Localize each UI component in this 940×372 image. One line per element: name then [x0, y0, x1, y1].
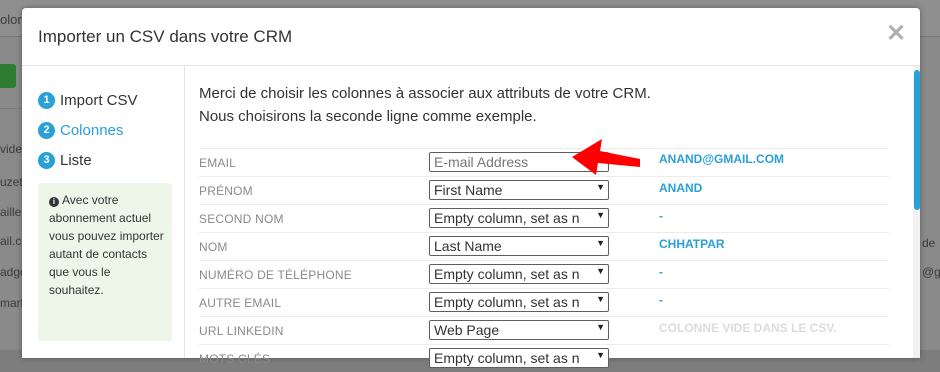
column-select[interactable]: Empty column, set as n ▼	[429, 348, 609, 368]
import-csv-modal: Importer un CSV dans votre CRM ✕ 1 Impor…	[22, 8, 920, 368]
scrollbar[interactable]	[913, 66, 920, 358]
mapping-row-telephone: NUMÉRO DE TÉLÉPHONE Empty column, set as…	[199, 260, 889, 288]
step-colonnes[interactable]: 2 Colonnes	[38, 120, 123, 140]
select-value: Web Page	[434, 322, 500, 338]
mapping-row-url-linkedin: URL LINKEDIN Web Page ▼ COLONNE VIDE DAN…	[199, 316, 889, 344]
chevron-down-icon: ▼	[596, 350, 605, 360]
select-value: First Name	[434, 182, 503, 198]
select-value: Last Name	[434, 238, 502, 254]
instructions: Merci de choisir les colonnes à associer…	[199, 82, 651, 128]
step-liste[interactable]: 3 Liste	[38, 150, 92, 170]
example-value: ANAND@GMAIL.COM	[659, 152, 785, 166]
instructions-line-2: Nous choisirons la seconde ligne comme e…	[199, 108, 537, 125]
mapping-row-nom: NOM Last Name ▼ CHHATPAR	[199, 232, 889, 260]
info-icon: i	[49, 197, 59, 207]
background-cell: aille@	[0, 205, 22, 219]
column-mapping-panel: Merci de choisir les colonnes à associer…	[184, 66, 909, 368]
select-value: Empty column, set as n	[434, 266, 580, 282]
field-label: NOM	[199, 240, 228, 254]
example-value: -	[659, 209, 663, 223]
column-select[interactable]: First Name ▼	[429, 180, 609, 200]
step-number: 3	[38, 151, 55, 169]
mapping-row-prenom: PRÉNOM First Name ▼ ANAND	[199, 176, 889, 204]
background-cell: vider	[0, 142, 22, 156]
modal-title: Importer un CSV dans votre CRM	[38, 27, 293, 46]
field-label: AUTRE EMAIL	[199, 296, 282, 310]
scrollbar-thumb[interactable]	[914, 70, 920, 210]
close-icon[interactable]: ✕	[886, 22, 906, 46]
info-box: i Avec votre abonnement actuel vous pouve…	[38, 183, 172, 341]
steps-sidebar: 1 Import CSV 2 Colonnes 3 Liste i Avec vo…	[22, 66, 185, 358]
background-cell: ail.co	[0, 234, 22, 248]
select-value: Empty column, set as n	[434, 210, 580, 226]
example-value: -	[659, 265, 663, 279]
background-cell: mark	[0, 296, 22, 310]
chevron-down-icon: ▼	[596, 210, 605, 220]
mapping-row-mots-cles: MOTS CLÉS Empty column, set as n ▼	[199, 344, 889, 372]
column-select[interactable]: Last Name ▼	[429, 236, 609, 256]
mapping-row-autre-email: AUTRE EMAIL Empty column, set as n ▼ -	[199, 288, 889, 316]
modal-header: Importer un CSV dans votre CRM ✕	[22, 8, 920, 66]
background-divider	[0, 108, 22, 109]
field-label: EMAIL	[199, 156, 237, 170]
info-box-text: i Avec votre abonnement actuel vous pouve…	[49, 191, 167, 299]
mapping-row-email: EMAIL E-mail Address ANAND@GMAIL.COM	[199, 148, 889, 176]
field-label: MOTS CLÉS	[199, 352, 271, 366]
step-import-csv[interactable]: 1 Import CSV	[38, 90, 138, 110]
column-select[interactable]: Empty column, set as n ▼	[429, 208, 609, 228]
instructions-line-1: Merci de choisir les colonnes à associer…	[199, 85, 651, 102]
chevron-down-icon: ▼	[596, 182, 605, 192]
background-cell: uzet	[0, 175, 22, 189]
step-label: Import CSV	[60, 91, 138, 109]
background-cell: adge	[0, 265, 22, 279]
red-arrow-annotation	[572, 139, 640, 175]
chevron-down-icon: ▼	[596, 266, 605, 276]
field-label: URL LINKEDIN	[199, 324, 284, 338]
mapping-row-second-nom: SECOND NOM Empty column, set as n ▼ -	[199, 204, 889, 232]
step-number: 1	[38, 91, 55, 109]
example-value: CHHATPAR	[659, 237, 725, 251]
example-value: -	[659, 293, 663, 307]
select-value: Empty column, set as n	[434, 294, 580, 310]
chevron-down-icon: ▼	[596, 294, 605, 304]
step-number: 2	[38, 121, 55, 139]
field-label: PRÉNOM	[199, 184, 253, 198]
chevron-down-icon: ▼	[596, 322, 605, 332]
step-label: Liste	[60, 151, 92, 169]
example-value: COLONNE VIDE DANS LE CSV.	[659, 321, 837, 335]
background-green-button	[0, 64, 16, 88]
select-value: Empty column, set as n	[434, 350, 580, 366]
example-value: ANAND	[659, 181, 703, 195]
info-message: Avec votre abonnement actuel vous pouvez…	[49, 193, 164, 297]
column-select[interactable]: Empty column, set as n ▼	[429, 292, 609, 312]
chevron-down-icon: ▼	[596, 238, 605, 248]
background-cell: @gr	[922, 265, 940, 279]
field-label: NUMÉRO DE TÉLÉPHONE	[199, 268, 352, 282]
column-select[interactable]: Web Page ▼	[429, 320, 609, 340]
column-select[interactable]: Empty column, set as n ▼	[429, 264, 609, 284]
background-cell: de	[922, 236, 936, 250]
field-label: SECOND NOM	[199, 212, 284, 226]
select-value: E-mail Address	[434, 154, 529, 170]
step-label: Colonnes	[60, 121, 124, 139]
